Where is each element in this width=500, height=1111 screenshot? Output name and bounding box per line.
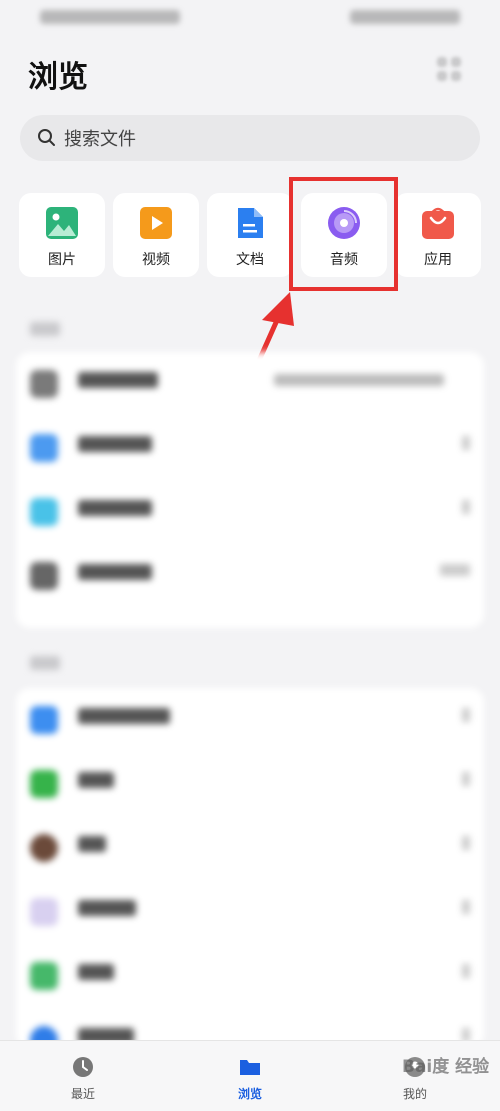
status-bar <box>0 0 500 36</box>
nav-browse[interactable]: 浏览 <box>205 1041 295 1111</box>
search-icon <box>38 129 55 146</box>
highlight-box <box>289 177 398 291</box>
category-apps[interactable]: 应用 <box>395 193 481 277</box>
clock-icon <box>73 1057 93 1077</box>
category-label: 视频 <box>142 252 170 268</box>
document-icon <box>238 208 263 238</box>
folder-icon <box>240 1060 260 1075</box>
list-item <box>16 544 484 608</box>
list-item <box>16 352 484 416</box>
category-documents[interactable]: 文档 <box>207 193 293 277</box>
category-label: 文档 <box>236 252 264 268</box>
watermark: Bai度 经验 <box>402 1057 490 1077</box>
category-label: 应用 <box>424 252 452 268</box>
video-icon <box>140 207 172 239</box>
more-menu-icon[interactable] <box>438 58 462 82</box>
list-item <box>16 816 484 880</box>
app-store-icon <box>422 207 454 239</box>
nav-label: 最近 <box>70 1087 95 1101</box>
list-item <box>16 752 484 816</box>
category-label: 图片 <box>48 252 76 268</box>
image-icon <box>46 207 78 239</box>
category-images[interactable]: 图片 <box>19 193 105 277</box>
search-placeholder: 搜索文件 <box>64 129 136 150</box>
category-videos[interactable]: 视频 <box>113 193 199 277</box>
page-title: 浏览 <box>28 60 88 95</box>
nav-recent[interactable]: 最近 <box>38 1041 128 1111</box>
nav-label: 浏览 <box>237 1087 262 1101</box>
search-input[interactable]: 搜索文件 <box>20 115 480 161</box>
list-item <box>16 880 484 944</box>
list-item <box>16 944 484 1008</box>
list-item <box>16 480 484 544</box>
list-item <box>16 416 484 480</box>
list-item <box>16 688 484 752</box>
